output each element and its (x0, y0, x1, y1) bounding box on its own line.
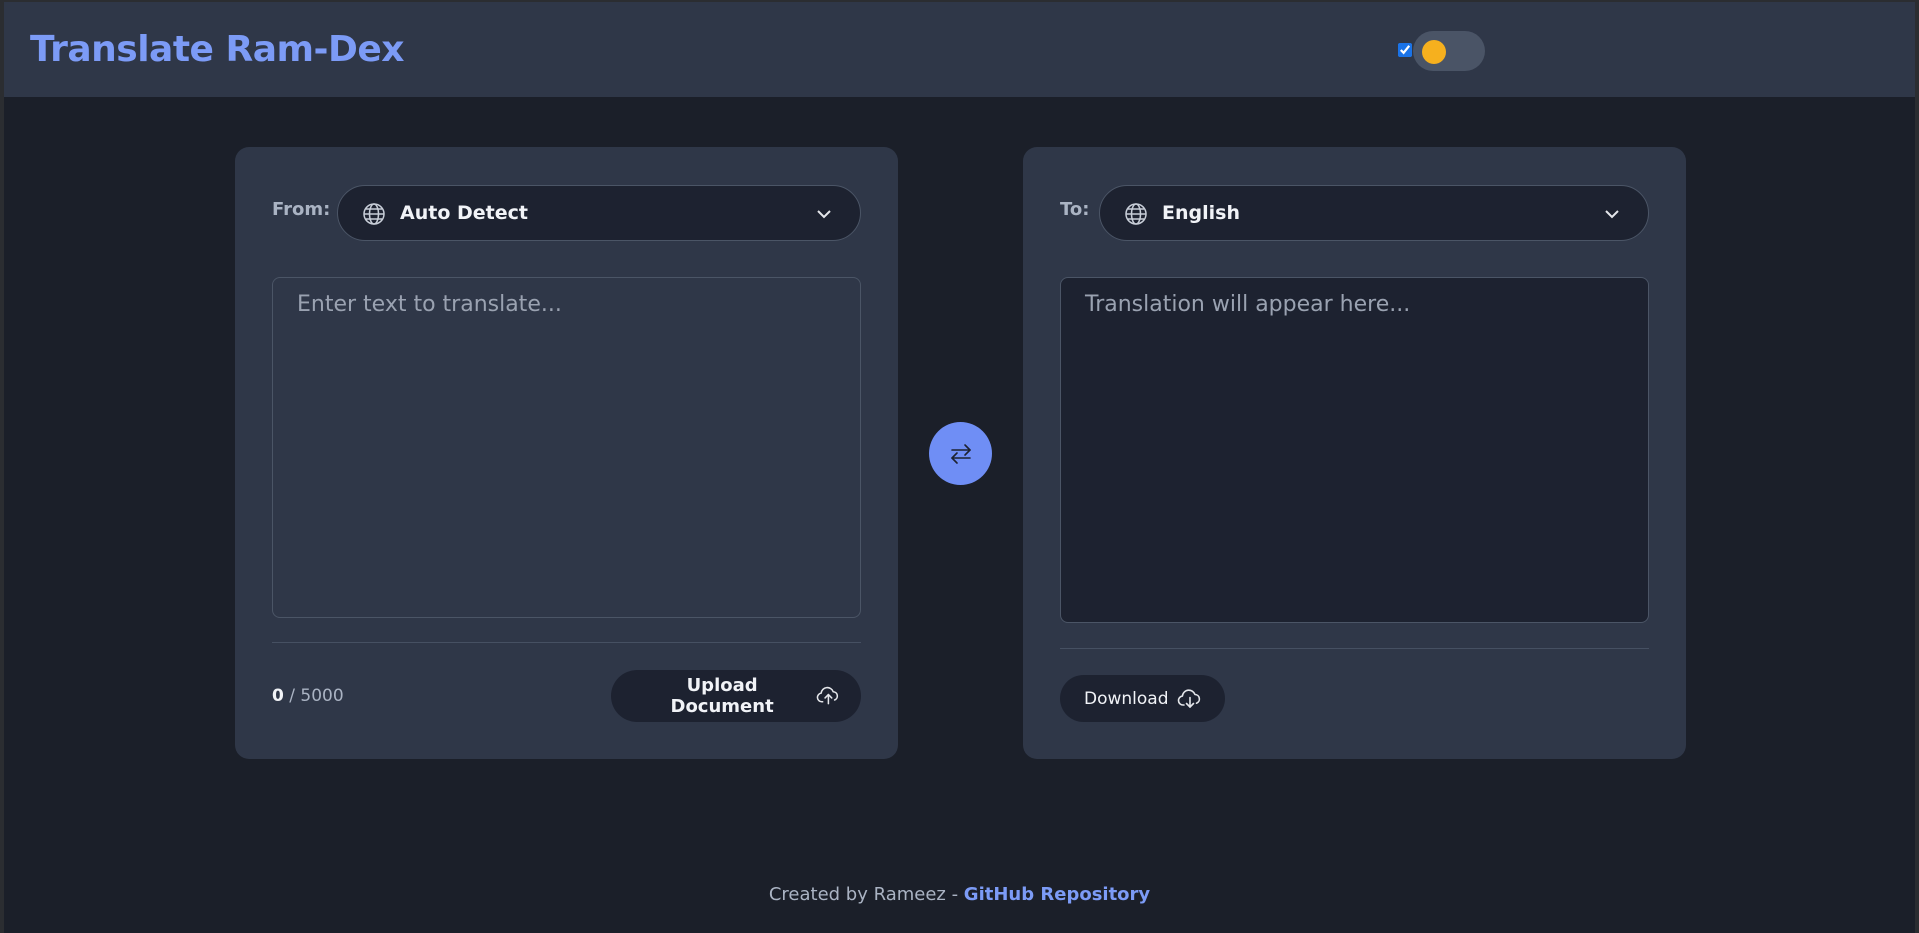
translation-output[interactable] (1060, 277, 1649, 623)
char-limit: 5000 (300, 686, 344, 706)
chevron-down-icon (817, 210, 831, 219)
app-title: Translate Ram-Dex (30, 29, 404, 70)
theme-toggle[interactable] (1413, 31, 1485, 71)
char-separator: / (289, 686, 295, 706)
char-counter: 0 / 5000 (272, 686, 344, 706)
source-text-input[interactable] (272, 277, 861, 618)
target-language-select[interactable]: English (1099, 185, 1649, 241)
toggle-knob (1422, 40, 1446, 64)
source-language-value: Auto Detect (400, 202, 528, 224)
upload-button-label: Upload Document (670, 675, 774, 717)
app-header: Translate Ram-Dex (4, 2, 1915, 97)
divider (1060, 648, 1649, 649)
source-panel: From: Auto Detect 0 / 5000 Upload Docume… (235, 147, 898, 759)
github-repository-link[interactable]: GitHub Repository (964, 884, 1150, 905)
source-language-select[interactable]: Auto Detect (337, 185, 861, 241)
download-button-label: Download (1084, 688, 1169, 709)
download-button[interactable]: Download (1060, 675, 1225, 722)
swap-arrows-icon (950, 443, 971, 464)
theme-checkbox[interactable] (1398, 43, 1412, 57)
footer-credit: Created by Rameez - (768, 884, 964, 905)
to-label: To: (1060, 199, 1090, 220)
divider (272, 642, 861, 643)
cloud-download-icon (1177, 688, 1200, 708)
globe-icon (363, 203, 385, 225)
cloud-upload-icon (816, 686, 839, 705)
from-label: From: (272, 199, 331, 220)
chevron-down-icon (1605, 210, 1619, 219)
char-count: 0 (272, 686, 284, 706)
swap-languages-button[interactable] (929, 422, 992, 485)
target-panel: To: English Download (1023, 147, 1686, 759)
upload-document-button[interactable]: Upload Document (611, 670, 861, 722)
target-language-value: English (1162, 202, 1240, 224)
globe-icon (1125, 203, 1147, 225)
footer: Created by Rameez - GitHub Repository (0, 884, 1919, 905)
